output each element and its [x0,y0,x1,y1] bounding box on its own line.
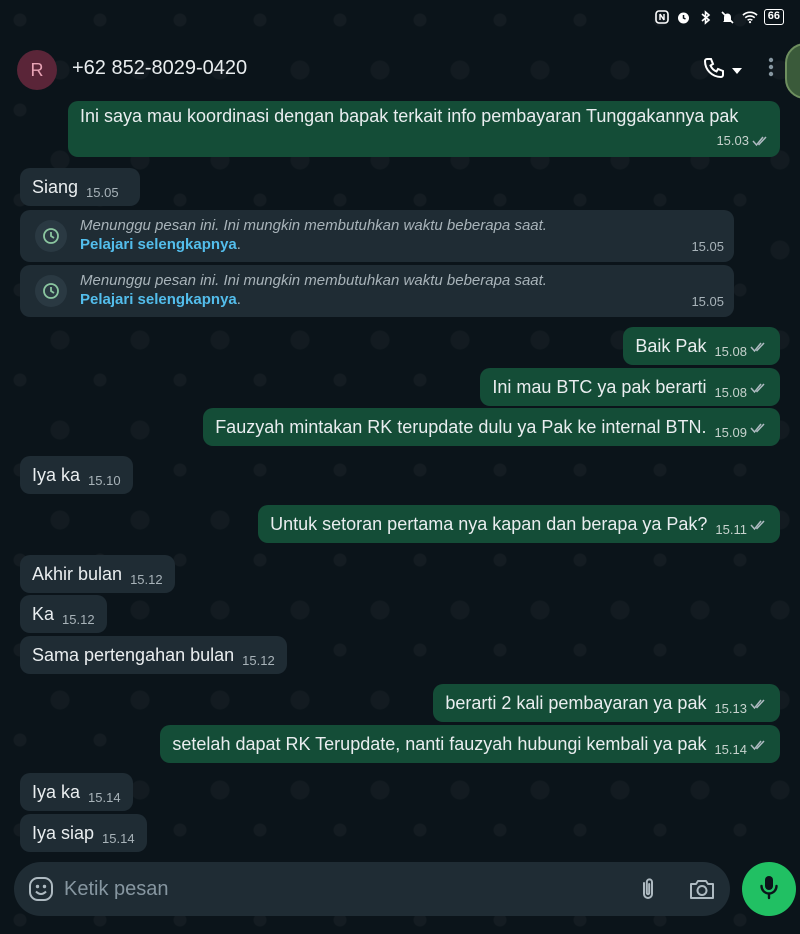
clock-icon [35,275,67,307]
message-time: 15.13 [714,701,747,716]
message-text: Iya ka [32,782,81,802]
pending-message[interactable]: Menunggu pesan ini. Ini mungkin membutuh… [20,210,734,262]
message-time: 15.05 [691,294,724,309]
message-bubble[interactable]: Ini saya mau koordinasi dengan bapak ter… [68,101,780,157]
chevron-down-icon [732,62,742,80]
double-check-icon [750,699,765,710]
message-time: 15.12 [242,653,275,668]
phone-icon [702,56,726,85]
message-text: Ini mau BTC ya pak berarti [492,377,707,397]
message-text: Iya siap [32,823,95,843]
more-vert-icon[interactable] [768,56,778,80]
battery-indicator: 66 [763,9,784,25]
message-bubble[interactable]: Iya siap 15.14 [20,814,147,852]
message-time: 15.05 [691,239,724,254]
message-meta: 15.03 [716,129,770,152]
attach-icon[interactable] [636,876,660,902]
message-time: 15.10 [88,473,121,488]
message-bubble[interactable]: Ka 15.12 [20,595,107,633]
camera-icon[interactable] [688,876,716,902]
bell-muted-icon [720,9,736,25]
alarm-icon [676,9,692,25]
pending-text: Menunggu pesan ini. Ini mungkin membutuh… [80,217,547,234]
bluetooth-icon [698,9,714,25]
double-check-icon [750,520,765,531]
message-bubble[interactable]: Fauzyah mintakan RK terupdate dulu ya Pa… [203,408,780,446]
message-text: Ini saya mau koordinasi dengan bapak ter… [80,106,739,126]
chat-header: R +62 852-8029-0420 [0,36,800,100]
message-text: setelah dapat RK Terupdate, nanti fauzya… [172,734,707,754]
message-text: Fauzyah mintakan RK terupdate dulu ya Pa… [215,417,707,437]
message-bubble[interactable]: Iya ka 15.10 [20,456,133,494]
nfc-icon [654,9,670,25]
message-text: Iya ka [32,465,81,485]
message-text: Baik Pak [635,336,707,356]
message-bubble[interactable]: Sama pertengahan bulan 15.12 [20,636,287,674]
message-time: 15.09 [714,425,747,440]
message-time: 15.08 [714,344,747,359]
pending-message[interactable]: Menunggu pesan ini. Ini mungkin membutuh… [20,265,734,317]
learn-more-link[interactable]: Pelajari selengkapnya [80,236,237,253]
message-time: 15.14 [102,831,135,846]
message-time: 15.05 [86,185,119,200]
double-check-icon [752,135,767,146]
message-time: 15.14 [88,790,121,805]
learn-more-link[interactable]: Pelajari selengkapnya [80,291,237,308]
message-bubble[interactable]: Iya ka 15.14 [20,773,133,811]
mic-button[interactable] [742,862,796,916]
message-bubble[interactable]: Untuk setoran pertama nya kapan dan bera… [258,505,780,543]
message-time: 15.12 [62,612,95,627]
avatar[interactable]: R [17,50,57,90]
clock-icon [35,220,67,252]
pending-text: Menunggu pesan ini. Ini mungkin membutuh… [80,272,547,289]
message-time: 15.12 [130,572,163,587]
floating-avatar[interactable] [785,43,800,99]
double-check-icon [750,423,765,434]
double-check-icon [750,383,765,394]
message-bubble[interactable]: Ini mau BTC ya pak berarti 15.08 [480,368,780,406]
double-check-icon [750,342,765,353]
message-text: berarti 2 kali pembayaran ya pak [445,693,707,713]
message-text: Untuk setoran pertama nya kapan dan bera… [270,514,708,534]
message-time: 15.11 [715,522,747,537]
message-composer [14,862,730,916]
message-text: Akhir bulan [32,564,123,584]
message-bubble[interactable]: berarti 2 kali pembayaran ya pak 15.13 [433,684,780,722]
message-bubble[interactable]: Akhir bulan 15.12 [20,555,175,593]
message-bubble[interactable]: setelah dapat RK Terupdate, nanti fauzya… [160,725,780,763]
mic-icon [758,874,780,905]
message-text: Siang [32,177,79,197]
call-button[interactable] [702,56,742,85]
message-bubble[interactable]: Siang 15.05 [20,168,140,206]
message-time: 15.08 [714,385,747,400]
message-bubble[interactable]: Baik Pak 15.08 [623,327,780,365]
message-time: 15.03 [716,133,749,148]
contact-name[interactable]: +62 852-8029-0420 [72,57,247,80]
status-icons: 66 [654,9,784,25]
message-input[interactable] [64,874,624,904]
message-time: 15.14 [714,742,747,757]
wifi-icon [742,9,758,25]
emoji-icon[interactable] [28,876,54,902]
status-bar: 66 [0,0,800,36]
double-check-icon [750,740,765,751]
message-text: Sama pertengahan bulan [32,645,235,665]
message-text: Ka [32,604,55,624]
